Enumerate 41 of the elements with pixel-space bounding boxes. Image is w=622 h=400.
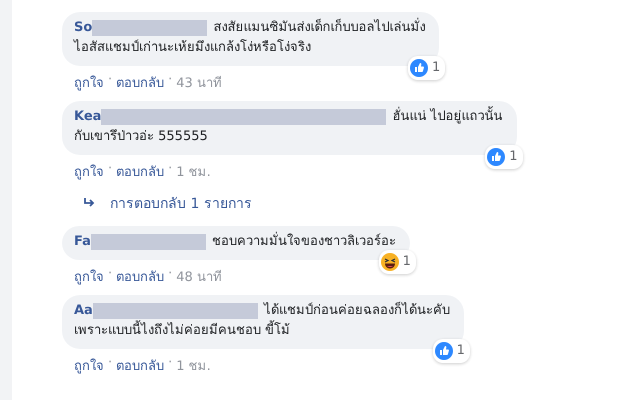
commenter-name[interactable]: So [74, 18, 92, 38]
comment-text-line: ฮั่นแน่ ไปอยู่แถวนั้น [392, 107, 503, 127]
comment-text-line: กับเขารึป่าวอ่ะ 555555 [74, 128, 209, 146]
commenter-name[interactable]: Fa [74, 232, 91, 252]
reaction-count: 1 [432, 59, 440, 77]
separator-dot: · [168, 72, 172, 89]
reaction-badge[interactable]: 1 [408, 56, 446, 80]
like-link[interactable]: ถูกใจ [74, 355, 104, 376]
separator-dot: · [168, 161, 172, 178]
comment-text-line: สงสัยแมนซิมันส่งเด็กเก็บบอลไปเล่นมั่ง [213, 18, 426, 38]
separator-dot: · [168, 266, 172, 283]
reply-arrow-icon [84, 198, 96, 208]
reply-link[interactable]: ตอบกลับ [116, 72, 164, 93]
reaction-count: 1 [456, 342, 465, 360]
thumbs-up-icon [434, 342, 453, 360]
like-link[interactable]: ถูกใจ [74, 72, 104, 93]
laughing-emoji-icon [380, 253, 399, 271]
separator-dot: · [108, 161, 112, 178]
thumbs-up-icon [487, 148, 506, 166]
reaction-count: 1 [402, 253, 411, 271]
like-link[interactable]: ถูกใจ [74, 161, 104, 182]
comment-text-line: ชอบความมั่นใจของชาวลิเวอร์อะ [212, 232, 396, 252]
reply-link[interactable]: ตอบกลับ [116, 355, 164, 376]
reaction-count: 1 [509, 148, 518, 166]
comment-text-line: ได้แชมป์ก่อนค่อยฉลองก็ได้นะคับ [264, 301, 450, 320]
reply-link[interactable]: ตอบกลับ [116, 266, 164, 287]
separator-dot: · [108, 355, 112, 372]
reaction-badge[interactable]: 1 [485, 145, 523, 169]
comment-text-line: เพราะแบบนี้ไงถึงไม่ค่อยมีคนชอบ ขี้โม้ [74, 321, 450, 341]
thumbs-up-icon [410, 59, 428, 77]
commenter-name[interactable]: Aa [74, 301, 93, 321]
separator-dot: · [108, 72, 112, 89]
commenter-name[interactable]: Kea [74, 107, 102, 127]
reply-link[interactable]: ตอบกลับ [116, 161, 164, 182]
comment-text-line: ไอสัสแชมป์เก่านะเห้ยมึงแกล้งโง่หรือโง่จริง [74, 38, 312, 57]
separator-dot: · [168, 355, 172, 372]
view-replies-link[interactable]: การตอบกลับ 1 รายการ [110, 192, 252, 214]
reaction-badge[interactable]: 1 [378, 250, 416, 274]
reaction-badge[interactable]: 1 [432, 339, 470, 363]
like-link[interactable]: ถูกใจ [74, 266, 104, 287]
separator-dot: · [108, 266, 112, 283]
